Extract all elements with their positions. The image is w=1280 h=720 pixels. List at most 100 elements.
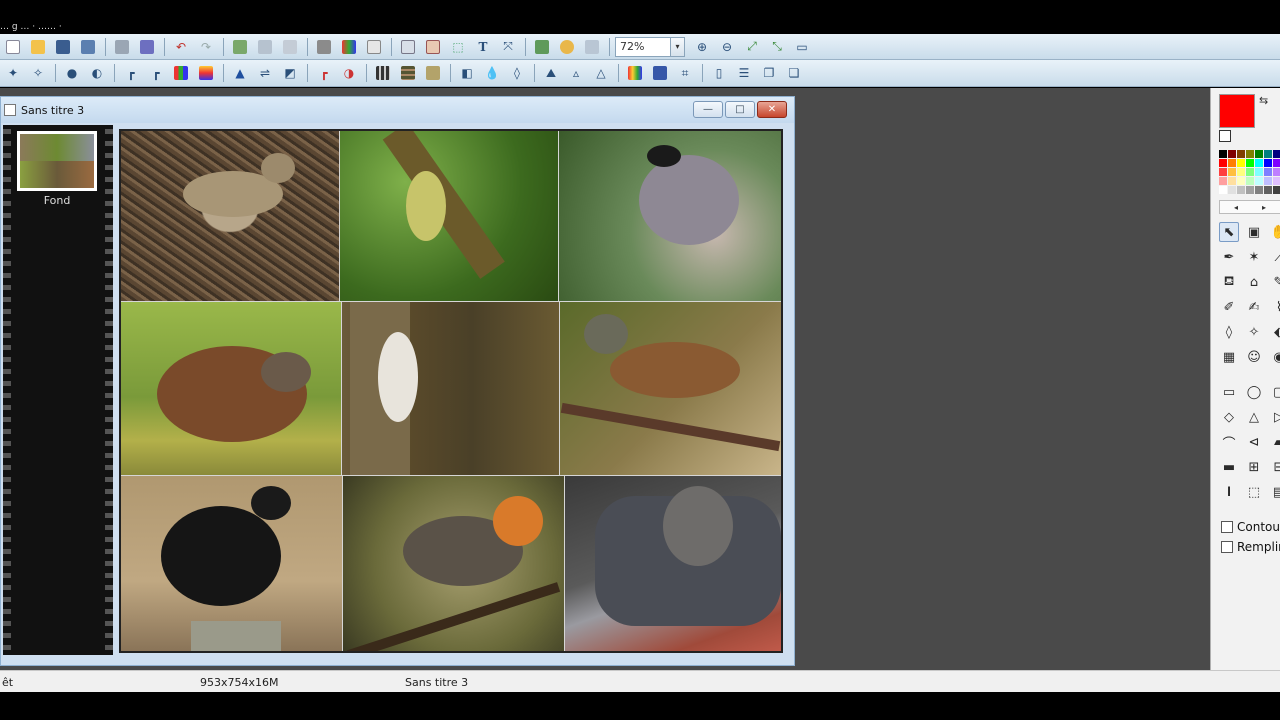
swap-colors-icon[interactable]: ⇆ [1259, 94, 1268, 107]
palette-swatch[interactable] [1273, 177, 1280, 185]
zoom-out-icon[interactable]: ⊖ [716, 37, 738, 57]
rotate-icon[interactable]: ⇌ [254, 63, 276, 83]
crop-icon[interactable] [313, 37, 335, 57]
drawing-tool-icon[interactable]: ✐ [1219, 297, 1239, 317]
close-button[interactable]: ✕ [757, 101, 787, 118]
drawing-tool-icon[interactable]: ⟋ [1269, 247, 1280, 267]
zoom-select[interactable]: 72% ▾ [615, 36, 685, 57]
print-icon[interactable] [111, 37, 133, 57]
shape-tool-icon[interactable]: △ [1244, 407, 1264, 427]
shape-tool-icon[interactable]: 𝐈 [1219, 482, 1239, 502]
checkbox-box[interactable] [1221, 541, 1233, 553]
palette-swatch[interactable] [1219, 177, 1227, 185]
palette-swatch[interactable] [1264, 186, 1272, 194]
chevron-down-icon[interactable]: ▾ [670, 37, 684, 56]
palette-swatch[interactable] [1237, 186, 1245, 194]
color-adjust-icon[interactable] [338, 37, 360, 57]
document-title-bar[interactable]: Sans titre 3 — □ ✕ [1, 97, 794, 123]
palette-swatch[interactable] [1273, 159, 1280, 167]
drawing-tool-icon[interactable]: ◉ [1269, 347, 1280, 367]
layers-icon[interactable] [531, 37, 553, 57]
minimize-button[interactable]: — [693, 101, 723, 118]
filter-texture-icon[interactable] [422, 63, 444, 83]
palette-swatch[interactable] [1273, 150, 1280, 158]
triangle-icon[interactable]: ▵ [565, 63, 587, 83]
text-frame-icon[interactable] [422, 37, 444, 57]
zoom-in-icon[interactable]: ⊕ [691, 37, 713, 57]
palette-swatch[interactable] [1228, 186, 1236, 194]
actual-size-icon[interactable]: ⤡ [766, 37, 788, 57]
copy-icon[interactable] [229, 37, 251, 57]
shape-tool-icon[interactable]: ▬ [1219, 457, 1239, 477]
palette-swatch[interactable] [1255, 177, 1263, 185]
open-icon[interactable] [27, 37, 49, 57]
drop-outline-icon[interactable]: ◊ [506, 63, 528, 83]
shape-tool-icon[interactable]: ▭ [1219, 382, 1239, 402]
drawing-tool-icon[interactable]: ☺ [1244, 347, 1264, 367]
palette-swatch[interactable] [1228, 168, 1236, 176]
drawing-tool-icon[interactable]: ⬖ [1269, 322, 1280, 342]
select-rect-icon[interactable]: ⬚ [447, 37, 469, 57]
wand-add-icon[interactable]: ✦ [2, 63, 24, 83]
drawing-tool-icon[interactable]: ✧ [1244, 322, 1264, 342]
book-icon[interactable]: ▯ [708, 63, 730, 83]
undo-icon[interactable]: ↶ [170, 37, 192, 57]
monitor-icon[interactable] [649, 63, 671, 83]
drawing-tool-icon[interactable]: ▦ [1219, 347, 1239, 367]
flip-icon[interactable]: ◩ [279, 63, 301, 83]
palette-swatch[interactable] [1228, 177, 1236, 185]
rgb-icon[interactable] [170, 63, 192, 83]
shape-tool-icon[interactable]: ⊞ [1244, 457, 1264, 477]
new-icon[interactable] [2, 37, 24, 57]
palette-swatch[interactable] [1219, 150, 1227, 158]
palette-swatch[interactable] [1264, 150, 1272, 158]
drawing-tool-icon[interactable]: ✒ [1219, 247, 1239, 267]
palette-swatch[interactable] [1246, 177, 1254, 185]
secondary-color-swatch[interactable] [1219, 130, 1231, 142]
palette-swatch[interactable] [1264, 159, 1272, 167]
shape-tool-icon[interactable]: ⊟ [1269, 457, 1280, 477]
palette-swatch[interactable] [1246, 159, 1254, 167]
layers-paste-icon[interactable]: ❏ [783, 63, 805, 83]
text-icon[interactable]: T [472, 37, 494, 57]
palette-swatch[interactable] [1273, 168, 1280, 176]
palette-swatch[interactable] [1219, 168, 1227, 176]
pointer-tool-icon[interactable]: ⬉ [1219, 222, 1239, 242]
drawing-tool-icon[interactable]: ▣ [1244, 222, 1264, 242]
emboss-icon[interactable]: ⛰ [540, 63, 562, 83]
layers-copy-icon[interactable]: ❐ [758, 63, 780, 83]
maximize-button[interactable]: □ [725, 101, 755, 118]
palette-swatch[interactable] [1273, 186, 1280, 194]
text-insert-icon[interactable] [397, 37, 419, 57]
save-icon[interactable] [52, 37, 74, 57]
palette-swatch[interactable] [1246, 186, 1254, 194]
auto-contrast-icon[interactable]: ◑ [338, 63, 360, 83]
filter-mosaic-icon[interactable] [397, 63, 419, 83]
palette-swatch[interactable] [1255, 159, 1263, 167]
redo-icon[interactable]: ↷ [195, 37, 217, 57]
levels-icon[interactable]: ┏ [120, 63, 142, 83]
palette-swatch[interactable] [1246, 168, 1254, 176]
palette-swatch[interactable] [1237, 168, 1245, 176]
drawing-tool-icon[interactable]: ✋ [1269, 222, 1280, 242]
shape-tool-icon[interactable]: ▷ [1269, 407, 1280, 427]
drawing-tool-icon[interactable]: ◊ [1219, 322, 1239, 342]
image-canvas[interactable] [119, 129, 783, 653]
shape-tool-icon[interactable]: ◇ [1219, 407, 1239, 427]
drawing-tool-icon[interactable]: ✎ [1269, 272, 1280, 292]
palette-swatch[interactable] [1246, 150, 1254, 158]
curves-icon[interactable]: ┏ [145, 63, 167, 83]
save-as-icon[interactable] [77, 37, 99, 57]
paste-new-icon[interactable] [279, 37, 301, 57]
browser-icon[interactable] [581, 37, 603, 57]
drawing-tool-icon[interactable]: ⌂ [1244, 272, 1264, 292]
palette-swatch[interactable] [1255, 150, 1263, 158]
shape-tool-icon[interactable]: ▰ [1269, 432, 1280, 452]
effects-icon[interactable] [556, 37, 578, 57]
palette-swatch[interactable] [1264, 177, 1272, 185]
palette-swatch[interactable] [1219, 186, 1227, 194]
hue-icon[interactable] [195, 63, 217, 83]
fit-window-icon[interactable]: ⤢ [741, 37, 763, 57]
transform-icon[interactable]: ⤧ [497, 37, 519, 57]
drop-icon[interactable]: 💧 [481, 63, 503, 83]
